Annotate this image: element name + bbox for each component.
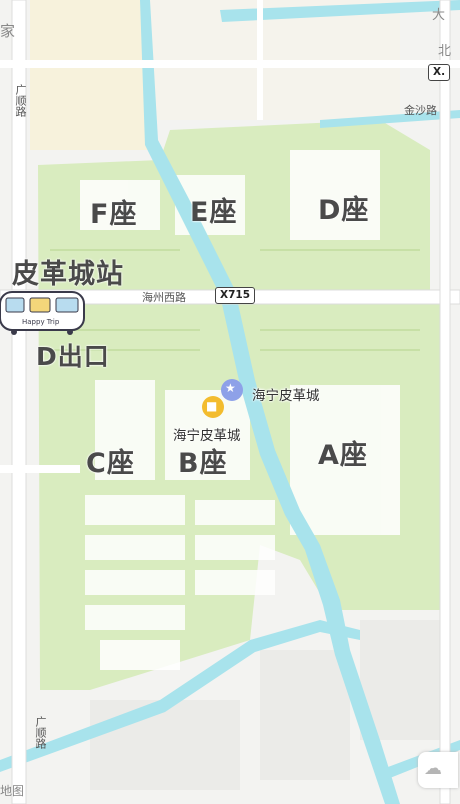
exit-label[interactable]: D出口 <box>36 337 110 373</box>
shopping-bag-icon[interactable]: ■ <box>206 399 217 413</box>
guangshun-road <box>11 0 27 804</box>
edge-text-top-left: 家 <box>0 22 16 40</box>
train-caption: Happy Trip <box>22 318 60 326</box>
landmark-icon[interactable]: ★ <box>225 381 236 395</box>
poi-landmark-label[interactable]: 海宁皮革城 <box>252 384 320 404</box>
cloud-icon: ☁ <box>424 758 442 779</box>
poi-mall-label[interactable]: 海宁皮革城 <box>173 424 241 444</box>
edge-text-top-right-2: 北 <box>438 44 452 59</box>
weather-widget[interactable]: ☁ <box>418 752 458 788</box>
map-base <box>0 0 460 804</box>
road-label-guangshun-bottom: 广顺路 <box>34 716 47 749</box>
train-illustration <box>0 291 85 335</box>
road-label-guangshun-top: 广顺路 <box>14 84 27 117</box>
edge-text-top-right-1: 大 <box>432 8 446 23</box>
building-label-d[interactable]: D座 <box>318 188 369 227</box>
edge-text-bottom-left: 地图 <box>0 784 25 798</box>
map-view[interactable]: 广顺路 广顺路 海州西路 金沙路 X715 X. F座 E座 D座 A座 B座 … <box>0 0 460 804</box>
building-label-e[interactable]: E座 <box>190 190 237 229</box>
route-shield-x715: X715 <box>215 287 256 304</box>
building-label-b[interactable]: B座 <box>178 441 228 480</box>
building-label-f[interactable]: F座 <box>90 192 137 231</box>
station-label[interactable]: 皮革城站 <box>12 252 124 291</box>
road-label-jinsha: 金沙路 <box>404 104 437 117</box>
building-label-c[interactable]: C座 <box>86 441 135 480</box>
road-label-haizhou: 海州西路 <box>142 291 186 304</box>
route-shield-partial: X. <box>428 64 451 81</box>
building-label-a[interactable]: A座 <box>318 433 368 472</box>
